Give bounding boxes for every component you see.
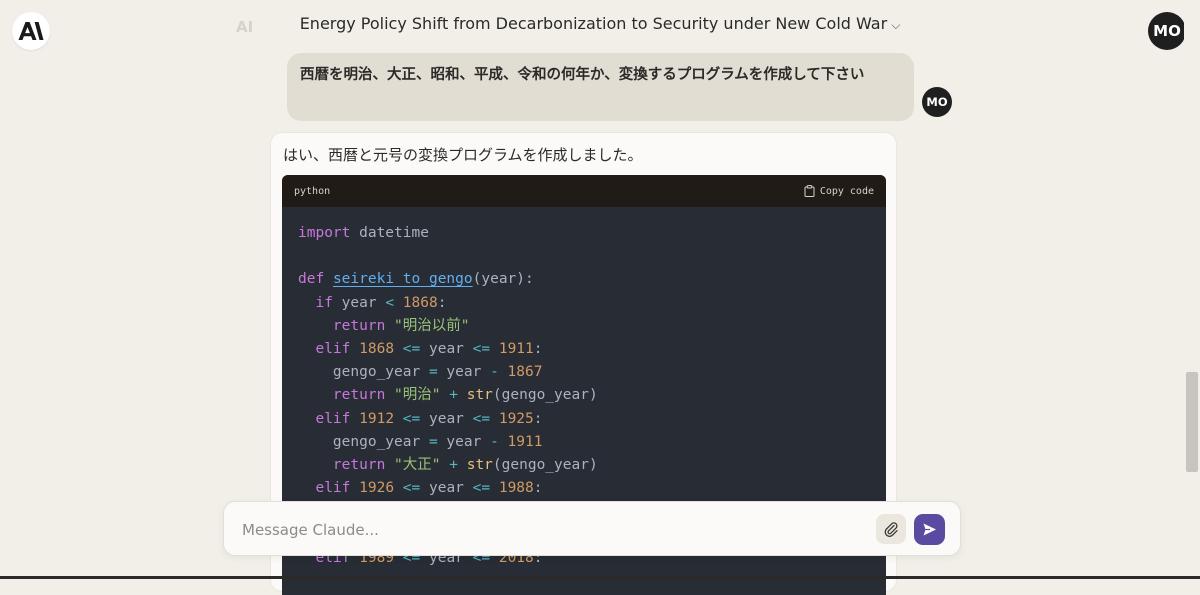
copy-code-button[interactable]: Copy code <box>804 185 874 197</box>
chevron-down-icon: ⌵ <box>891 18 901 32</box>
message-composer <box>223 501 961 556</box>
copy-code-label: Copy code <box>819 185 874 197</box>
user-avatar[interactable]: MO <box>1148 12 1186 50</box>
attach-button[interactable] <box>876 514 906 544</box>
assistant-intro-text: はい、西暦と元号の変換プログラムを作成しました。 <box>283 146 643 164</box>
code-language-label: python <box>294 185 331 197</box>
top-bar: AI Energy Policy Shift from Decarbonizat… <box>0 0 1200 50</box>
scrollbar-track[interactable] <box>1184 0 1200 579</box>
message-input[interactable] <box>240 518 844 542</box>
conversation-title-text: Energy Policy Shift from Decarbonization… <box>299 14 888 33</box>
user-message-text: 西暦を明治、大正、昭和、平成、令和の何年か、変換するプログラムを作成して下さい <box>300 67 865 83</box>
send-icon <box>923 523 936 536</box>
code-block-header: python Copy code <box>282 175 886 207</box>
user-message-avatar: MO <box>922 87 952 117</box>
conversation-title[interactable]: Energy Policy Shift from Decarbonization… <box>0 14 1200 33</box>
scrollbar-thumb[interactable] <box>1186 372 1198 472</box>
clipboard-icon <box>804 185 815 197</box>
user-message-bubble: 西暦を明治、大正、昭和、平成、令和の何年か、変換するプログラムを作成して下さい <box>287 53 914 121</box>
send-button[interactable] <box>914 514 945 545</box>
paperclip-icon <box>884 522 898 537</box>
